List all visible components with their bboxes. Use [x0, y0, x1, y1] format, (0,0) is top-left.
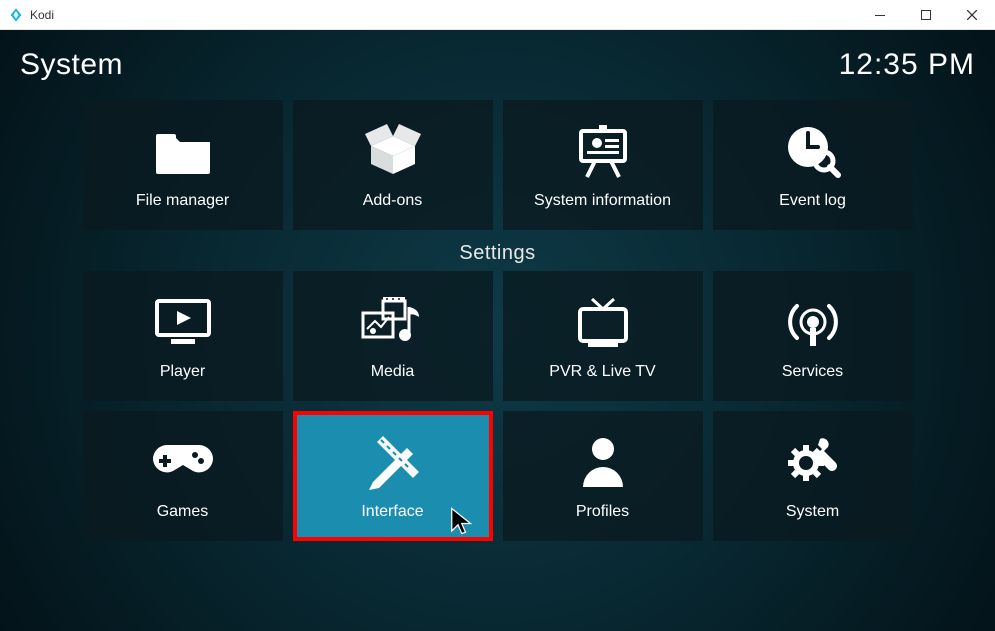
- tile-label: Games: [157, 503, 209, 521]
- tile-label: Player: [160, 363, 205, 381]
- open-box-icon: [363, 120, 423, 182]
- kodi-app-icon: [8, 7, 24, 23]
- tile-label: System: [786, 503, 839, 521]
- design-tools-icon: [363, 431, 423, 493]
- minimize-button[interactable]: [857, 0, 903, 30]
- tile-games[interactable]: Games: [83, 411, 283, 541]
- maximize-button[interactable]: [903, 0, 949, 30]
- tile-profiles[interactable]: Profiles: [503, 411, 703, 541]
- tile-pvr-live-tv[interactable]: PVR & Live TV: [503, 271, 703, 401]
- broadcast-icon: [785, 291, 841, 353]
- tile-services[interactable]: Services: [713, 271, 913, 401]
- gear-tools-icon: [784, 431, 842, 493]
- tile-system[interactable]: System: [713, 411, 913, 541]
- tile-system-information[interactable]: System information: [503, 100, 703, 230]
- gamepad-icon: [151, 431, 215, 493]
- tile-file-manager[interactable]: File manager: [83, 100, 283, 230]
- clock: 12:35 PM: [839, 48, 975, 82]
- folder-icon: [153, 120, 213, 182]
- page-title: System: [20, 48, 123, 82]
- tile-event-log[interactable]: Event log: [713, 100, 913, 230]
- close-button[interactable]: [949, 0, 995, 30]
- tile-media[interactable]: Media: [293, 271, 493, 401]
- tile-label: File manager: [136, 192, 229, 210]
- tile-player[interactable]: Player: [83, 271, 283, 401]
- tile-label: Services: [782, 363, 843, 381]
- tv-icon: [574, 291, 632, 353]
- tile-label: Media: [371, 363, 415, 381]
- presentation-icon: [575, 120, 631, 182]
- titlebar: Kodi: [0, 0, 995, 30]
- tile-label: Interface: [361, 503, 423, 521]
- tile-label: Event log: [779, 192, 846, 210]
- tile-add-ons[interactable]: Add-ons: [293, 100, 493, 230]
- clock-search-icon: [784, 120, 842, 182]
- player-monitor-icon: [153, 291, 213, 353]
- tile-interface[interactable]: Interface: [293, 411, 493, 541]
- kodi-system-screen: System 12:35 PM File manager Add-ons Sys…: [0, 30, 995, 631]
- window-title: Kodi: [30, 8, 54, 22]
- user-icon: [579, 431, 627, 493]
- tile-label: PVR & Live TV: [549, 363, 655, 381]
- tile-label: System information: [534, 192, 671, 210]
- tile-label: Add-ons: [363, 192, 423, 210]
- settings-section-label: Settings: [0, 242, 995, 265]
- tile-label: Profiles: [576, 503, 629, 521]
- media-icon: [361, 291, 425, 353]
